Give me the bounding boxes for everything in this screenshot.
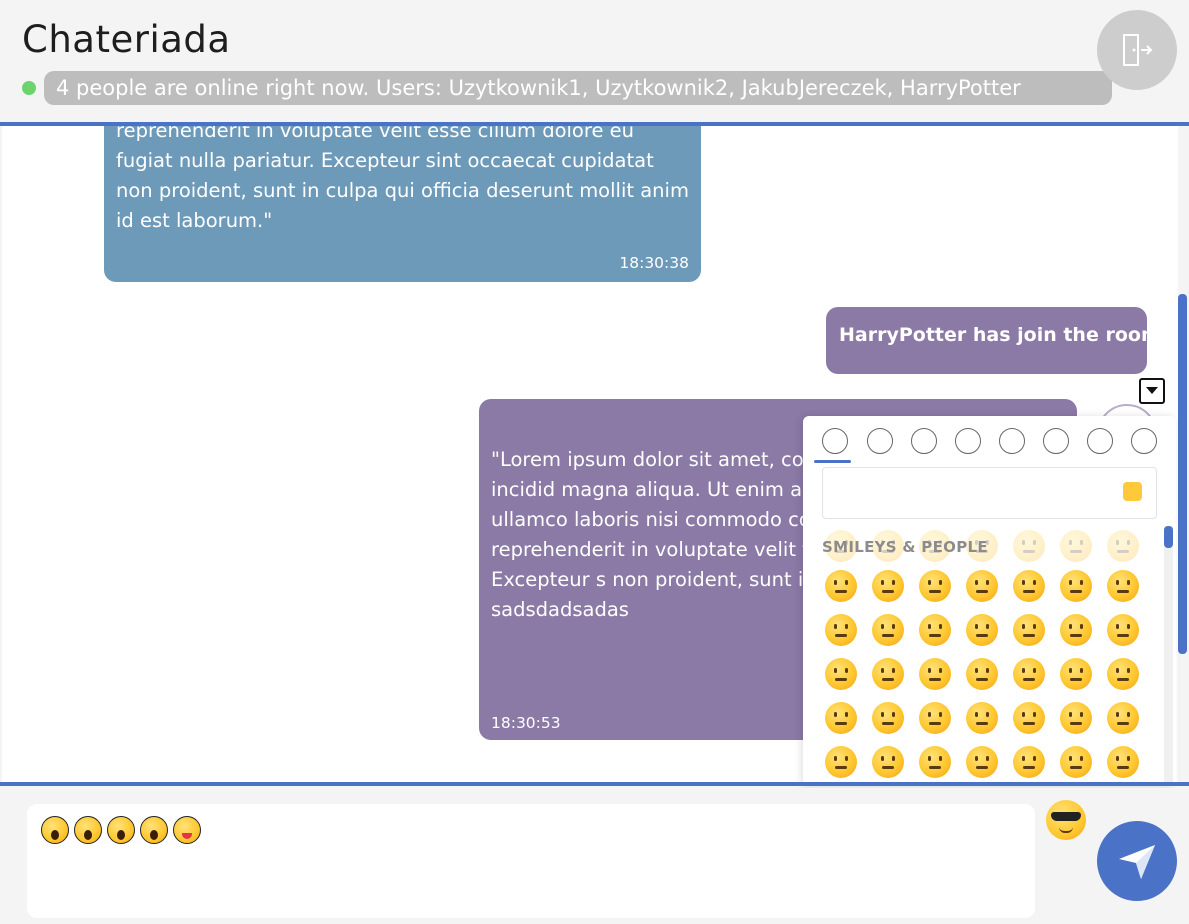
emoji-section-label: SMILEYS & PEOPLE bbox=[822, 538, 988, 556]
active-category-indicator bbox=[814, 460, 851, 463]
message-text: commodo consequat. Duis aute irure dolor… bbox=[116, 126, 689, 232]
emoji-option[interactable] bbox=[1013, 658, 1045, 690]
animals-nature-icon[interactable] bbox=[867, 428, 893, 454]
emoji-picker: SMILEYS & PEOPLE bbox=[803, 416, 1176, 786]
emoji-option[interactable] bbox=[1060, 702, 1092, 734]
activities-icon[interactable] bbox=[999, 428, 1025, 454]
message-time: 18:30:38 bbox=[619, 254, 689, 272]
emoji-option[interactable] bbox=[919, 702, 951, 734]
emoji-option[interactable] bbox=[1107, 658, 1139, 690]
emoji-option[interactable] bbox=[966, 702, 998, 734]
emoji-option[interactable] bbox=[1013, 614, 1045, 646]
emoji-option[interactable] bbox=[825, 702, 857, 734]
exit-button[interactable] bbox=[1097, 10, 1177, 90]
food-drink-icon[interactable] bbox=[911, 428, 937, 454]
emoji-option[interactable] bbox=[919, 746, 951, 778]
emoji-option[interactable] bbox=[919, 658, 951, 690]
emoji-option[interactable] bbox=[1060, 658, 1092, 690]
app-title: Chateriada bbox=[22, 18, 231, 61]
astonished-emoji-icon bbox=[140, 816, 168, 844]
emoji-option[interactable] bbox=[825, 570, 857, 602]
emoji-option[interactable] bbox=[872, 614, 904, 646]
emoji-option[interactable] bbox=[919, 570, 951, 602]
emoji-option[interactable] bbox=[872, 746, 904, 778]
chat-app: Chateriada 4 people are online right now… bbox=[0, 0, 1189, 924]
emoji-option[interactable] bbox=[872, 702, 904, 734]
composer bbox=[0, 788, 1189, 924]
emoji-option[interactable] bbox=[872, 658, 904, 690]
online-status-dot bbox=[22, 81, 36, 95]
emoji-option[interactable] bbox=[1013, 746, 1045, 778]
emoji-option[interactable] bbox=[966, 570, 998, 602]
emoji-option[interactable] bbox=[1060, 614, 1092, 646]
emoji-option[interactable] bbox=[966, 658, 998, 690]
emoji-option[interactable] bbox=[1013, 702, 1045, 734]
emoji-option[interactable] bbox=[966, 746, 998, 778]
emoji-option[interactable] bbox=[825, 658, 857, 690]
emoji-option[interactable] bbox=[1107, 746, 1139, 778]
emoji-option[interactable] bbox=[919, 614, 951, 646]
sunglasses-face-icon[interactable] bbox=[1046, 800, 1086, 840]
message-options-button[interactable] bbox=[1139, 378, 1165, 404]
emoji-option[interactable] bbox=[825, 614, 857, 646]
emoji-scroll-thumb[interactable] bbox=[1164, 526, 1173, 548]
emoji-option[interactable] bbox=[1013, 570, 1045, 602]
emoji-option[interactable] bbox=[1013, 530, 1045, 562]
smileys-people-icon[interactable] bbox=[822, 428, 848, 454]
paper-plane-icon bbox=[1119, 845, 1155, 879]
system-message: HarryPotter has join the room bbox=[826, 307, 1161, 374]
send-button[interactable] bbox=[1097, 821, 1177, 901]
message-scrollbar[interactable] bbox=[1178, 294, 1187, 654]
emoji-option[interactable] bbox=[1107, 530, 1139, 562]
emoji-category-tabs bbox=[803, 416, 1176, 464]
emoji-option[interactable] bbox=[1107, 614, 1139, 646]
emoji-grid bbox=[825, 520, 1150, 786]
flags-icon[interactable] bbox=[1131, 428, 1157, 454]
symbols-icon[interactable] bbox=[1087, 428, 1113, 454]
emoji-option[interactable] bbox=[1060, 746, 1092, 778]
header: Chateriada 4 people are online right now… bbox=[0, 0, 1189, 124]
exit-door-icon bbox=[1123, 34, 1153, 66]
emoji-option[interactable] bbox=[1107, 570, 1139, 602]
message-input[interactable] bbox=[27, 804, 1035, 918]
message-time: 18:30:53 bbox=[491, 714, 561, 732]
emoji-option[interactable] bbox=[872, 570, 904, 602]
travel-places-icon[interactable] bbox=[955, 428, 981, 454]
objects-icon[interactable] bbox=[1043, 428, 1069, 454]
squinting-tongue-emoji-icon bbox=[173, 816, 201, 844]
online-users-text: 4 people are online right now. Users: Uz… bbox=[44, 71, 1112, 105]
astonished-emoji-icon bbox=[107, 816, 135, 844]
astonished-emoji-icon bbox=[74, 816, 102, 844]
emoji-option[interactable] bbox=[1060, 570, 1092, 602]
emoji-scroll-track[interactable] bbox=[1164, 526, 1173, 786]
message-bubble: commodo consequat. Duis aute irure dolor… bbox=[104, 126, 701, 282]
emoji-option[interactable] bbox=[825, 746, 857, 778]
skin-tone-selector[interactable] bbox=[1123, 482, 1142, 501]
input-divider bbox=[0, 782, 1189, 786]
astonished-emoji-icon bbox=[41, 816, 69, 844]
emoji-option[interactable] bbox=[1107, 702, 1139, 734]
emoji-option[interactable] bbox=[966, 614, 998, 646]
emoji-option[interactable] bbox=[1060, 530, 1092, 562]
emoji-search-input[interactable] bbox=[822, 467, 1157, 519]
